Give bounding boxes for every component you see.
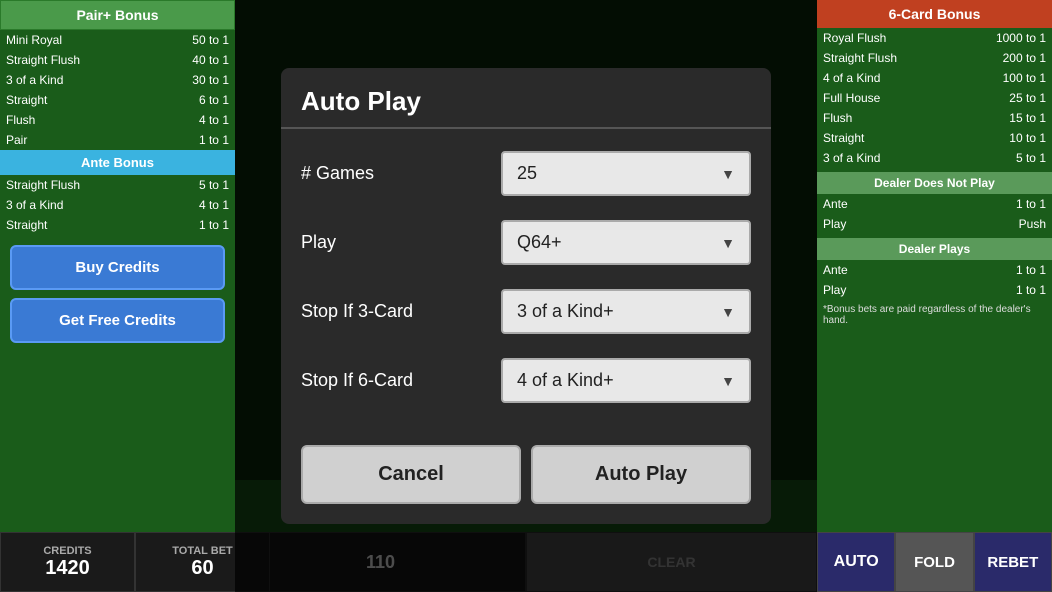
autoplay-confirm-button[interactable]: Auto Play [531,445,751,504]
list-item: Straight Flush5 to 1 [0,175,235,195]
autoplay-modal: Auto Play # Games 25 ▼ Play Q64+ ▼ [281,68,771,524]
stop-3card-label: Stop If 3-Card [301,301,501,322]
modal-title: Auto Play [301,86,421,116]
list-item: Straight1 to 1 [0,215,235,235]
list-item: 3 of a Kind5 to 1 [817,148,1052,168]
play-value: Q64+ [517,232,562,253]
credits-bar: CREDITS 1420 TOTAL BET 60 [0,532,270,592]
modal-buttons: Cancel Auto Play [281,435,771,524]
stop-3card-row: Stop If 3-Card 3 of a Kind+ ▼ [301,277,751,346]
ante-bonus-header: Ante Bonus [0,150,235,175]
stop-3card-select[interactable]: 3 of a Kind+ ▼ [501,289,751,334]
stop-3card-dropdown-icon: ▼ [721,304,735,320]
dealer-not-play-table: Ante1 to 1PlayPush [817,194,1052,234]
play-select[interactable]: Q64+ ▼ [501,220,751,265]
six-card-bonus-table: Royal Flush1000 to 1Straight Flush200 to… [817,28,1052,168]
free-credits-button[interactable]: Get Free Credits [10,298,225,343]
games-row: # Games 25 ▼ [301,139,751,208]
bottom-right-bar: AUTO FOLD REBET [817,532,1052,592]
list-item: Play1 to 1 [817,280,1052,300]
buy-credits-button[interactable]: Buy Credits [10,245,225,290]
play-label: Play [301,232,501,253]
bonus-note: *Bonus bets are paid regardless of the d… [817,300,1052,330]
list-item: PlayPush [817,214,1052,234]
rebet-button[interactable]: REBET [974,532,1052,592]
total-bet-label: TOTAL BET [172,545,233,557]
cancel-button[interactable]: Cancel [301,445,521,504]
list-item: Ante1 to 1 [817,194,1052,214]
pair-plus-header: Pair+ Bonus [0,0,235,30]
games-value: 25 [517,163,537,184]
modal-title-bar: Auto Play [281,68,771,129]
list-item: Pair1 to 1 [0,130,235,150]
stop-6card-label: Stop If 6-Card [301,370,501,391]
dealer-plays-table: Ante1 to 1Play1 to 1 [817,260,1052,300]
modal-body: # Games 25 ▼ Play Q64+ ▼ Stop If 3-Card … [281,129,771,435]
right-panel: 6-Card Bonus Royal Flush1000 to 1Straigh… [817,0,1052,592]
stop-6card-value: 4 of a Kind+ [517,370,614,391]
left-panel: Pair+ Bonus Mini Royal50 to 1Straight Fl… [0,0,235,592]
auto-button[interactable]: AUTO [817,532,895,592]
dealer-plays-header: Dealer Plays [817,238,1052,260]
stop-6card-row: Stop If 6-Card 4 of a Kind+ ▼ [301,346,751,415]
list-item: 3 of a Kind4 to 1 [0,195,235,215]
credits-label: CREDITS [43,545,91,557]
list-item: Ante1 to 1 [817,260,1052,280]
list-item: Straight10 to 1 [817,128,1052,148]
credits-value: 1420 [45,557,90,580]
credits-section: Buy Credits Get Free Credits [0,245,235,343]
stop-3card-value: 3 of a Kind+ [517,301,614,322]
modal-overlay: Auto Play # Games 25 ▼ Play Q64+ ▼ [235,0,817,592]
list-item: Flush4 to 1 [0,110,235,130]
list-item: 4 of a Kind100 to 1 [817,68,1052,88]
credits-box: CREDITS 1420 [0,532,135,592]
play-dropdown-icon: ▼ [721,235,735,251]
play-row: Play Q64+ ▼ [301,208,751,277]
stop-6card-select[interactable]: 4 of a Kind+ ▼ [501,358,751,403]
six-card-bonus-header: 6-Card Bonus [817,0,1052,28]
list-item: Straight Flush200 to 1 [817,48,1052,68]
list-item: Straight Flush40 to 1 [0,50,235,70]
list-item: 3 of a Kind30 to 1 [0,70,235,90]
stop-6card-dropdown-icon: ▼ [721,373,735,389]
list-item: Full House25 to 1 [817,88,1052,108]
total-bet-value: 60 [191,557,213,580]
pair-plus-table: Mini Royal50 to 1Straight Flush40 to 13 … [0,30,235,150]
games-select[interactable]: 25 ▼ [501,151,751,196]
list-item: Straight6 to 1 [0,90,235,110]
dealer-not-play-header: Dealer Does Not Play [817,172,1052,194]
ante-bonus-table: Straight Flush5 to 13 of a Kind4 to 1Str… [0,175,235,235]
fold-button[interactable]: FOLD [895,532,973,592]
list-item: Mini Royal50 to 1 [0,30,235,50]
list-item: Royal Flush1000 to 1 [817,28,1052,48]
games-label: # Games [301,163,501,184]
list-item: Flush15 to 1 [817,108,1052,128]
games-dropdown-icon: ▼ [721,166,735,182]
